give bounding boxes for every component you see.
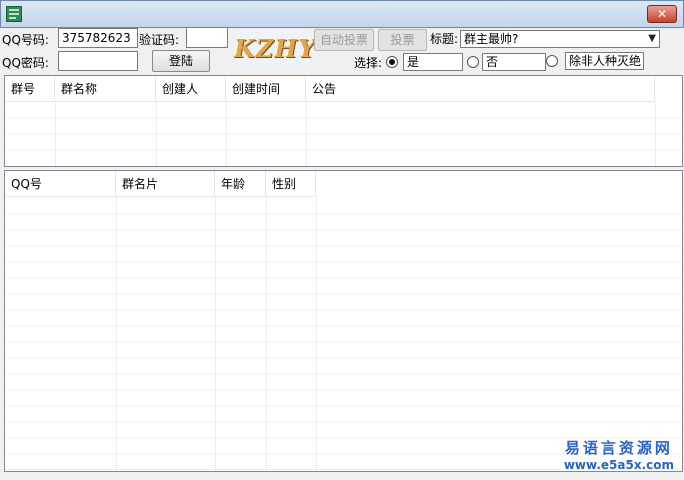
grid-line bbox=[5, 373, 682, 374]
chevron-down-icon[interactable]: ▼ bbox=[648, 31, 656, 47]
site-watermark: 易语言资源网 www.e5a5x.com bbox=[564, 437, 674, 472]
grid-line bbox=[55, 102, 56, 166]
qq-number-input[interactable]: 375782623 bbox=[58, 28, 138, 48]
login-button[interactable]: 登陆 bbox=[152, 50, 210, 72]
grid-line bbox=[5, 421, 682, 422]
qq-password-label: QQ密码: bbox=[2, 56, 49, 70]
grid-line bbox=[5, 133, 682, 134]
grid-line bbox=[5, 277, 682, 278]
logo-text: KZHY bbox=[234, 34, 317, 63]
watermark-url: www.e5a5x.com bbox=[563, 458, 674, 472]
grid-line bbox=[306, 102, 307, 166]
col-age[interactable]: 年龄 bbox=[215, 171, 266, 197]
member-list-header: QQ号 群名片 年龄 性别 bbox=[5, 171, 316, 197]
qq-number-label: QQ号码: bbox=[2, 33, 49, 47]
grid-line bbox=[5, 261, 682, 262]
watermark-title: 易语言资源网 bbox=[564, 439, 673, 457]
option-no-input[interactable]: 否 bbox=[482, 53, 546, 71]
col-creator[interactable]: 创建人 bbox=[156, 76, 226, 102]
grid-line bbox=[5, 117, 682, 118]
captcha-input[interactable] bbox=[186, 27, 228, 48]
captcha-label: 验证码: bbox=[139, 33, 180, 47]
auto-vote-button[interactable]: 自动投票 bbox=[314, 29, 374, 51]
kzhy-logo: KZHY bbox=[234, 29, 317, 69]
group-list-header: 群号 群名称 创建人 创建时间 公告 bbox=[5, 76, 655, 102]
qq-password-input[interactable] bbox=[58, 51, 138, 71]
close-button[interactable]: ✕ bbox=[647, 5, 677, 23]
choice-label: 选择: bbox=[354, 56, 383, 70]
title-select[interactable]: 群主最帅? ▼ bbox=[460, 30, 660, 48]
title-label: 标题: bbox=[430, 32, 459, 46]
col-notice[interactable]: 公告 bbox=[306, 76, 655, 102]
option-no-radio[interactable] bbox=[467, 56, 479, 68]
app-icon bbox=[6, 6, 22, 22]
grid-line bbox=[215, 197, 216, 471]
col-qq-number[interactable]: QQ号 bbox=[5, 171, 116, 197]
grid-line bbox=[316, 197, 317, 471]
col-gender[interactable]: 性别 bbox=[266, 171, 316, 197]
grid-line bbox=[156, 102, 157, 166]
title-select-value: 群主最帅? bbox=[464, 32, 519, 46]
grid-line bbox=[5, 309, 682, 310]
member-list[interactable]: QQ号 群名片 年龄 性别 bbox=[4, 170, 683, 472]
grid-line bbox=[5, 245, 682, 246]
group-list[interactable]: 群号 群名称 创建人 创建时间 公告 bbox=[4, 75, 683, 167]
col-group-card[interactable]: 群名片 bbox=[116, 171, 215, 197]
grid-line bbox=[226, 102, 227, 166]
grid-line bbox=[116, 197, 117, 471]
grid-line bbox=[5, 389, 682, 390]
vote-button[interactable]: 投票 bbox=[378, 29, 427, 51]
option-extinct-input[interactable]: 除非人种灭绝 bbox=[565, 52, 644, 70]
grid-line bbox=[5, 229, 682, 230]
col-group-id[interactable]: 群号 bbox=[5, 76, 55, 102]
option-yes-input[interactable]: 是 bbox=[403, 53, 463, 71]
grid-line bbox=[5, 357, 682, 358]
grid-line bbox=[5, 293, 682, 294]
title-bar: ✕ bbox=[0, 0, 684, 28]
grid-line bbox=[266, 197, 267, 471]
grid-line bbox=[5, 149, 682, 150]
col-group-name[interactable]: 群名称 bbox=[55, 76, 156, 102]
option-extinct-radio[interactable] bbox=[546, 55, 558, 67]
col-create-time[interactable]: 创建时间 bbox=[226, 76, 306, 102]
grid-line bbox=[5, 341, 682, 342]
grid-line bbox=[5, 405, 682, 406]
grid-line bbox=[5, 325, 682, 326]
grid-line bbox=[655, 102, 656, 166]
grid-line bbox=[5, 213, 682, 214]
option-yes-radio[interactable] bbox=[386, 56, 398, 68]
